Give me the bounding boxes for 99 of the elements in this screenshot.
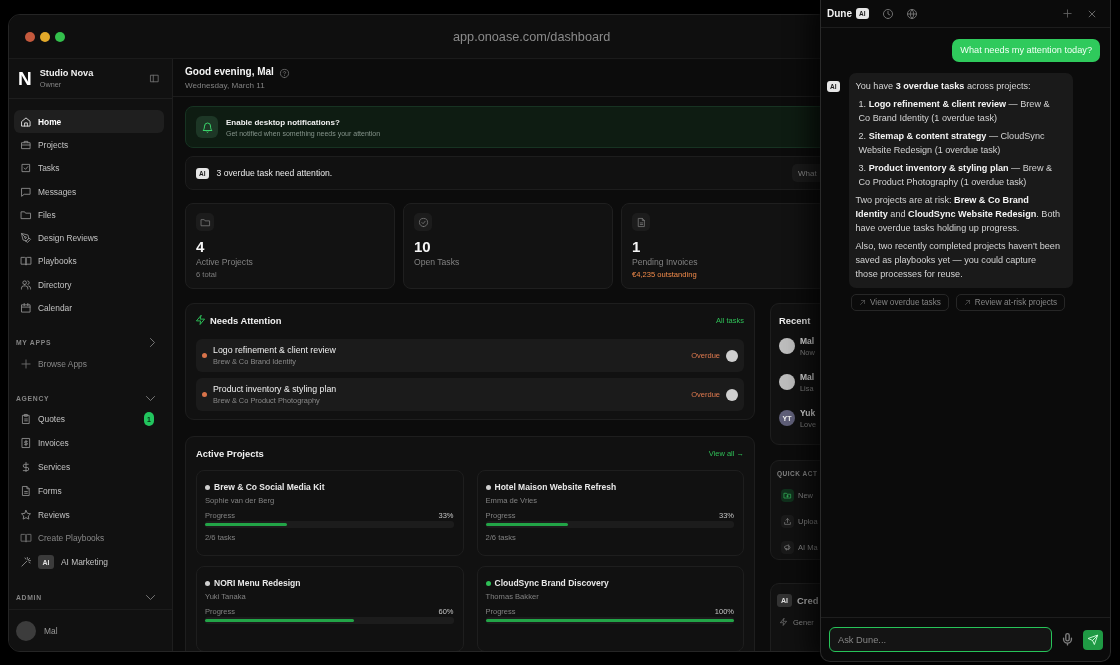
url-text: app.onoase.com/dashboard [453, 29, 611, 44]
project-name: Brew & Co Social Media Kit [214, 482, 325, 492]
stat-value: 1 [632, 239, 642, 255]
lightning-icon [196, 315, 205, 325]
workspace-name: Studio Nova [39, 68, 94, 78]
arrow-icon [964, 300, 970, 305]
window-close-button[interactable] [25, 31, 35, 42]
stat-label: Open Tasks [414, 257, 461, 267]
nav-item[interactable]: Directory [14, 273, 164, 297]
sender-name: Mal [800, 335, 815, 346]
magic-wand-icon [21, 557, 31, 568]
card-title: Needs Attention [210, 314, 282, 326]
nav-item[interactable]: Reviews [14, 502, 164, 527]
message-paragraph: You have 3 overdue tasks across projects: [855, 80, 1032, 93]
user-name: Mal [44, 625, 58, 636]
document-icon [21, 485, 31, 496]
panel-title: Dune [827, 8, 852, 19]
task-title: Product inventory & styling plan [213, 384, 337, 394]
microphone-icon[interactable] [1063, 633, 1072, 646]
star-icon [21, 509, 31, 520]
card-title: Cred [797, 594, 819, 606]
chevron-right-icon[interactable] [150, 338, 155, 348]
nav-item[interactable]: Browse Apps [14, 351, 164, 376]
avatar [16, 620, 36, 641]
nav-item[interactable]: Projects [14, 133, 164, 157]
card-title: Active Projects [196, 447, 264, 459]
send-icon [1088, 634, 1098, 645]
nav-item[interactable]: Services [14, 455, 164, 479]
send-button[interactable] [1083, 629, 1103, 650]
nav-item[interactable]: Forms [14, 478, 164, 503]
stat-value: 10 [414, 239, 432, 255]
plus-icon[interactable] [1063, 9, 1072, 18]
date-text: Wednesday, March 11 [185, 81, 266, 90]
project-name: CloudSync Brand Discovery [494, 578, 609, 588]
house-icon [21, 116, 31, 127]
nav-item[interactable]: Messages [14, 179, 164, 204]
avatar [779, 338, 795, 354]
lightning-icon [780, 618, 787, 626]
sidebar-toggle-icon[interactable] [150, 74, 159, 83]
pen-nib-icon [21, 233, 31, 244]
chevron-down-icon[interactable] [146, 594, 155, 600]
card-title: Recent [779, 314, 811, 326]
folder-icon [196, 213, 214, 231]
greeting-heading: Good evening, Mal [185, 66, 274, 78]
task-title: Logo refinement & client review [213, 345, 336, 355]
plus-icon [21, 358, 31, 369]
clock-icon[interactable] [882, 8, 893, 19]
user-message: What needs my attention today? [952, 39, 1100, 62]
book-icon [21, 256, 31, 267]
list-item: 1. Logo refinement & client review — Brew & Co Brand Identity (1 overdue task) [857, 98, 1051, 125]
list-item: 2. Sitemap & content strategy — CloudSync Website Redesign (1 overdue task) [857, 130, 1046, 157]
briefcase-icon [21, 139, 31, 150]
clipboard-icon [21, 414, 31, 425]
help-icon[interactable] [279, 69, 289, 78]
stat-value: 4 [196, 239, 206, 255]
nav-item[interactable]: Home [14, 110, 164, 134]
nav-item[interactable]: Files [14, 203, 164, 227]
stat-label: Pending Invoices [632, 257, 699, 267]
message-paragraph: Also, two recently completed projects haven't been saved as playbooks yet — you could capture those processes for reuse. [855, 240, 1061, 281]
status-dot [202, 392, 207, 397]
logo: N [18, 69, 32, 88]
chat-input[interactable]: Ask Dune... [829, 627, 1052, 652]
notification-title: Enable desktop notifications? [226, 117, 341, 127]
sender-name: Mal [800, 371, 815, 382]
document-icon [632, 213, 650, 231]
folder-icon [21, 209, 31, 220]
checkbox-icon [21, 163, 31, 174]
suggestion-button[interactable]: Review at-risk projects [955, 294, 1066, 311]
avatar [726, 349, 738, 362]
people-icon [21, 279, 31, 290]
project-name: NORI Menu Redesign [214, 578, 301, 588]
status-dot [202, 353, 207, 358]
nav-item[interactable]: Create Playbooks [14, 526, 164, 551]
stat-label: Active Projects [196, 257, 254, 267]
chat-bubble-icon [21, 186, 31, 197]
project-name: Hotel Maison Website Refresh [494, 482, 617, 492]
message-paragraph: Two projects are at risk: Brew & Co Brand Identity and CloudSync Website Redesign. Both have overdue tasks holding up progress. [855, 194, 1061, 235]
nav-item[interactable]: Design Reviews [14, 226, 164, 250]
avatar [726, 388, 738, 401]
chevron-down-icon[interactable] [146, 395, 155, 401]
nav-item[interactable]: Tasks [14, 156, 164, 180]
book-icon [21, 533, 31, 544]
avatar [779, 374, 795, 390]
sender-name: Yuk [800, 407, 817, 418]
nav-item[interactable]: Invoices [14, 431, 164, 456]
suggestion-button[interactable]: View overdue tasks [851, 294, 949, 311]
dollar-sign-icon [21, 461, 31, 472]
arrow-icon [860, 300, 865, 305]
calendar-icon [21, 303, 31, 313]
nav-item[interactable]: Playbooks [14, 249, 164, 274]
nav-item[interactable]: Calendar [14, 296, 164, 320]
list-item: 3. Product inventory & styling plan — Brew & Co Product Photography (1 overdue task) [857, 162, 1054, 189]
window-zoom-button[interactable] [55, 31, 65, 42]
receipt-icon [21, 438, 31, 449]
bell-icon [196, 116, 218, 138]
close-icon[interactable] [1088, 9, 1096, 18]
summary-text: 3 overdue task need attention. [216, 168, 333, 178]
globe-icon[interactable] [906, 8, 917, 19]
window-minimize-button[interactable] [40, 31, 50, 42]
